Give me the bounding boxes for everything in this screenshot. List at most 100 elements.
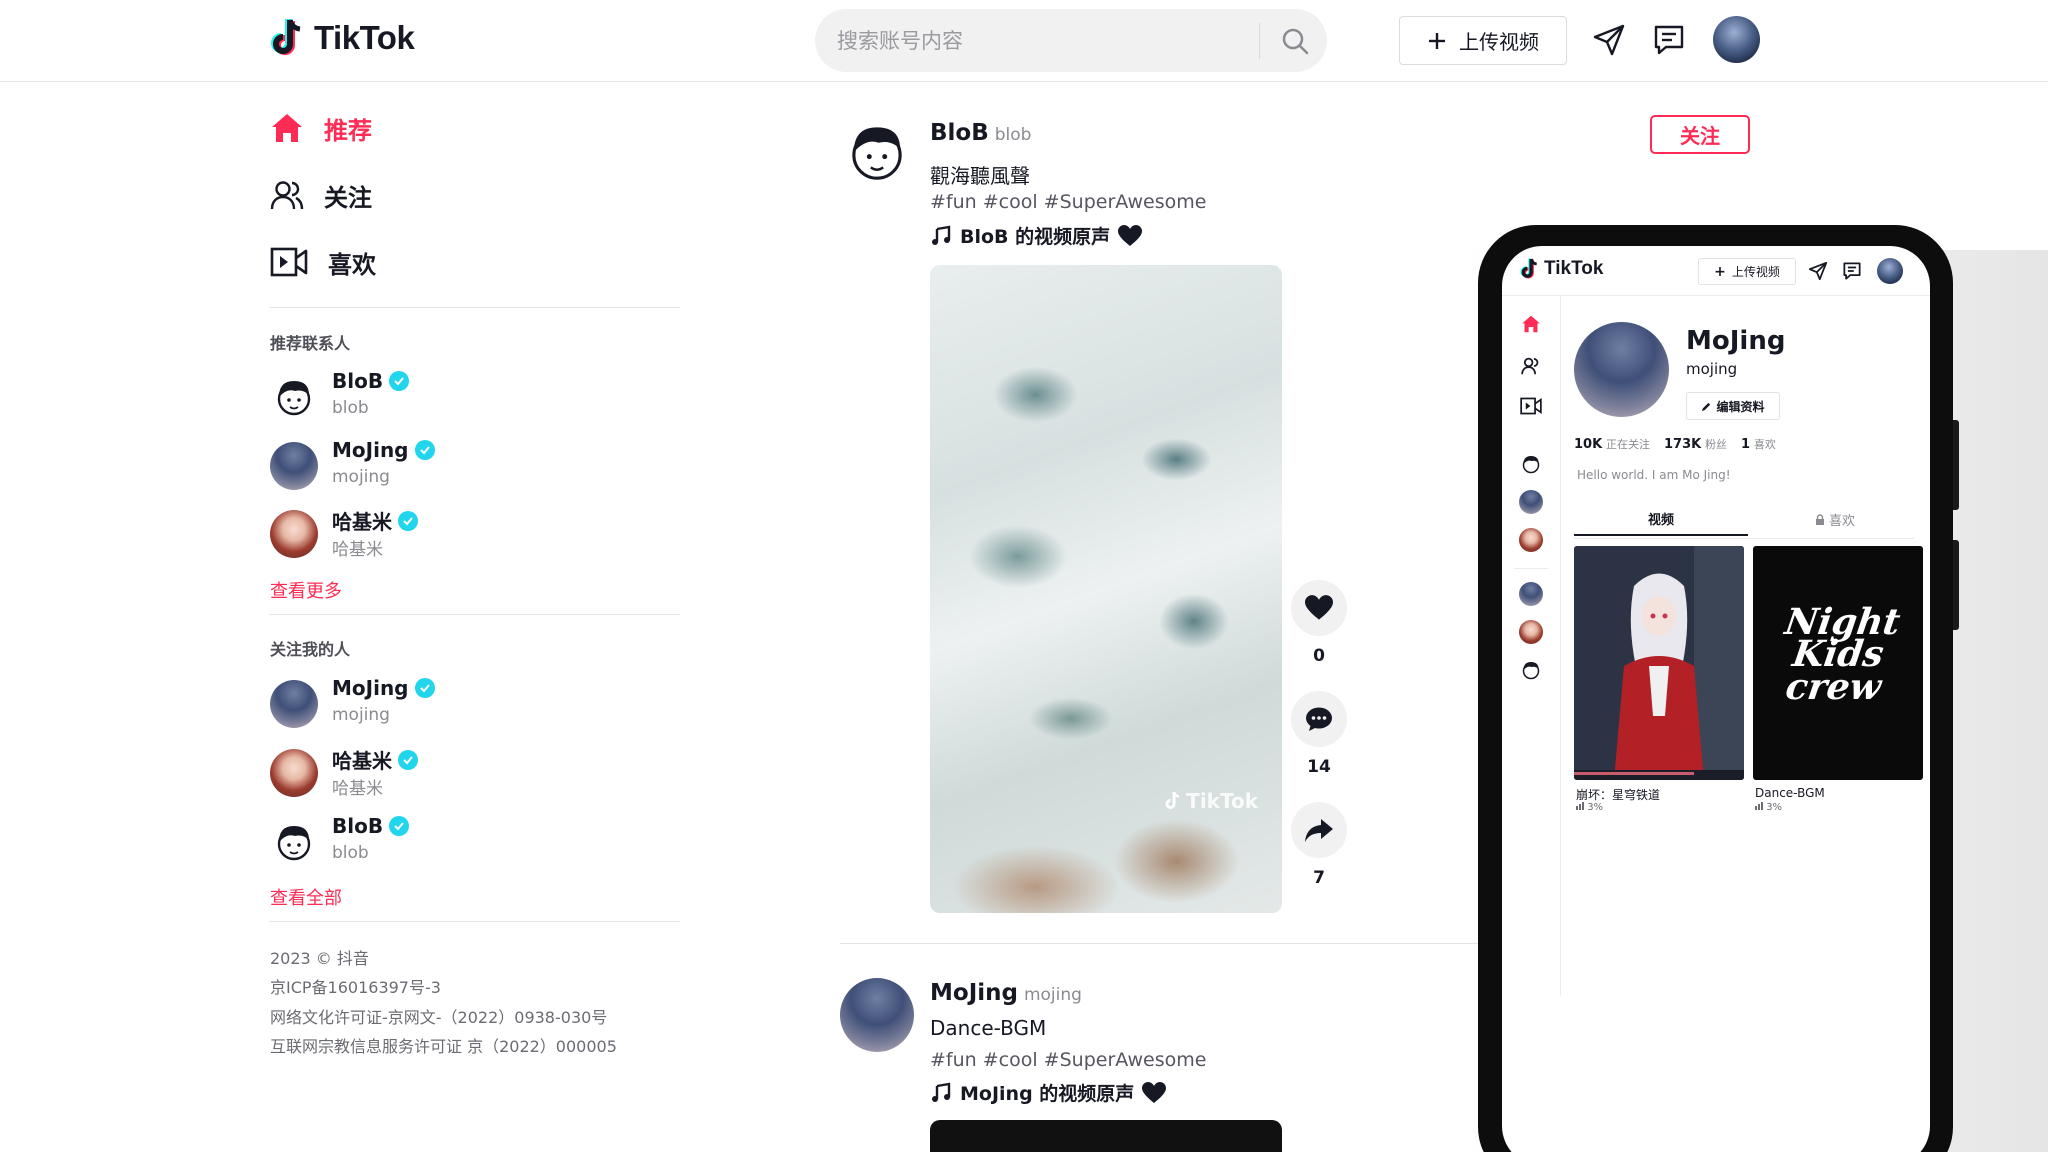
- phone-video-meta: 3%: [1755, 802, 1782, 813]
- suggested-account-hajimi[interactable]: 哈基米 哈基米: [270, 504, 570, 564]
- heart-icon: [1142, 1081, 1167, 1103]
- suggested-account-blob[interactable]: BloB blob: [270, 367, 570, 427]
- post-author-name[interactable]: BloB: [930, 120, 989, 146]
- phone-edit-profile-button: 编辑资料: [1686, 392, 1780, 420]
- nav-item-following[interactable]: 关注: [270, 171, 372, 219]
- nav-item-recommend[interactable]: 推荐: [270, 104, 372, 152]
- bar-chart-icon: [1576, 802, 1584, 810]
- plus-icon: +: [1714, 263, 1726, 280]
- suggested-account-mojing[interactable]: MoJing mojing: [270, 436, 570, 496]
- see-all-link[interactable]: 查看全部: [270, 884, 342, 910]
- post-music[interactable]: BloB 的视频原声: [930, 222, 1143, 249]
- paper-plane-icon: [1808, 261, 1828, 281]
- video-watermark-text: TikTok: [1186, 789, 1258, 813]
- post-author-username: mojing: [1023, 985, 1082, 1005]
- post-author-name[interactable]: MoJing: [930, 980, 1018, 1006]
- share-button[interactable]: [1291, 802, 1347, 858]
- bar-chart-icon: [1755, 802, 1763, 810]
- top-header: TikTok 上传视频: [0, 0, 2048, 82]
- inbox-icon: [1654, 25, 1684, 55]
- user-avatar[interactable]: [1713, 16, 1760, 63]
- video-player[interactable]: TikTok: [930, 265, 1282, 913]
- footer-icp: 京ICP备16016397号-3: [270, 978, 441, 997]
- like-button[interactable]: [1291, 580, 1347, 636]
- phone-video-percent: 3%: [1587, 802, 1604, 813]
- phone-sidebar-divider: [1560, 296, 1561, 996]
- account-username: 哈基米: [332, 540, 383, 560]
- avatar: [1519, 528, 1543, 552]
- plus-icon: [1429, 32, 1445, 49]
- video-watermark: TikTok: [1164, 789, 1258, 813]
- avatar: [270, 680, 318, 728]
- upload-video-button[interactable]: 上传视频: [1399, 16, 1567, 65]
- phone-profile-name: MoJing: [1686, 326, 1786, 356]
- video-camera-icon: [1520, 397, 1542, 415]
- tiktok-logo[interactable]: TikTok: [270, 16, 415, 60]
- account-name: BloB: [332, 369, 384, 393]
- upload-video-label: 上传视频: [1459, 30, 1539, 54]
- share-action: 7: [1291, 802, 1347, 888]
- music-note-icon: [932, 225, 951, 245]
- tab-videos: 视频: [1574, 502, 1748, 536]
- avatar: [270, 818, 318, 866]
- comment-icon: [1306, 707, 1332, 731]
- footer-religion-license: 互联网宗教信息服务许可证 京（2022）000005: [270, 1037, 617, 1056]
- avatar: [1519, 620, 1543, 644]
- nav-item-likes[interactable]: 喜欢: [270, 238, 376, 286]
- home-icon: [1522, 315, 1540, 333]
- followers-label: 粉丝: [1705, 438, 1728, 451]
- phone-logo-text: TikTok: [1544, 258, 1604, 279]
- post-hashtags[interactable]: #fun #cool #SuperAwesome: [930, 1049, 1206, 1071]
- comment-button[interactable]: [1291, 691, 1347, 747]
- follow-button[interactable]: 关注: [1650, 115, 1750, 154]
- phone-video-thumbnail: [1574, 546, 1744, 780]
- follower-account-mojing[interactable]: MoJing mojing: [270, 674, 570, 734]
- phone-user-avatar: [1877, 258, 1903, 284]
- see-more-link[interactable]: 查看更多: [270, 577, 342, 603]
- verified-badge-icon: [389, 816, 410, 836]
- avatar: [270, 749, 318, 797]
- search-input[interactable]: [837, 9, 1237, 72]
- following-label: 正在关注: [1606, 438, 1650, 451]
- suggested-accounts-heading: 推荐联系人: [270, 334, 351, 353]
- avatar: [1519, 658, 1543, 682]
- tiktok-note-icon: [271, 19, 301, 55]
- verified-badge-icon: [389, 371, 410, 391]
- tab-videos-label: 视频: [1647, 512, 1674, 528]
- paper-plane-icon: [1593, 24, 1625, 56]
- lock-icon: [1815, 513, 1824, 525]
- account-name: 哈基米: [332, 749, 392, 773]
- phone-profile-bio: Hello world. I am Mo Jing!: [1577, 468, 1731, 482]
- post-description: 觀海聽風聲: [930, 164, 1030, 188]
- avatar: [270, 442, 318, 490]
- share-icon: [1305, 819, 1333, 842]
- footer-copyright: 2023 © 抖音: [270, 949, 369, 968]
- verified-badge-icon: [414, 678, 435, 698]
- anime-girl-thumbnail-art: [1574, 546, 1744, 780]
- phone-video-caption: Dance-BGM: [1755, 786, 1825, 800]
- followers-count: 173K: [1664, 437, 1702, 452]
- follower-account-hajimi[interactable]: 哈基米 哈基米: [270, 743, 570, 803]
- users-icon: [1521, 357, 1539, 375]
- phone-profile-tabs: 视频 喜欢: [1574, 502, 1914, 542]
- home-icon: [272, 114, 302, 142]
- music-note-icon: [932, 1082, 951, 1102]
- nav-item-label: 关注: [324, 183, 372, 212]
- avatar: [1519, 452, 1543, 476]
- search-button[interactable]: [1273, 19, 1317, 63]
- video-player[interactable]: [930, 1120, 1282, 1152]
- post-hashtags[interactable]: #fun #cool #SuperAwesome: [930, 191, 1206, 213]
- messages-send-button[interactable]: [1589, 20, 1629, 60]
- post-music[interactable]: MoJing 的视频原声: [930, 1079, 1167, 1106]
- post-author-avatar[interactable]: [840, 115, 914, 189]
- inbox-button[interactable]: [1649, 20, 1689, 60]
- verified-badge-icon: [414, 440, 435, 460]
- avatar: [1519, 490, 1543, 514]
- post-author-avatar[interactable]: [840, 978, 914, 1052]
- phone-screen: TikTok + 上传视频 MoJing mojing 编辑资料 10K 正在关…: [1502, 246, 1930, 1152]
- likes-count: 1: [1741, 437, 1751, 452]
- post-music-label: BloB 的视频原声: [960, 226, 1111, 248]
- feed-divider: [840, 943, 1480, 944]
- nav-item-label: 推荐: [324, 116, 372, 145]
- follower-account-blob[interactable]: BloB blob: [270, 812, 570, 872]
